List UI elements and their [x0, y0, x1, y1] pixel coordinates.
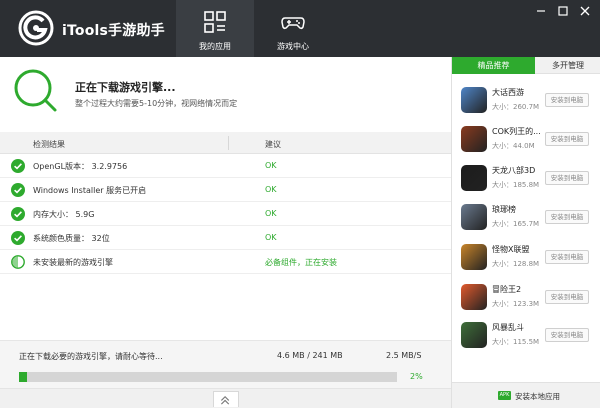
app-icon[interactable]	[461, 322, 487, 348]
list-item[interactable]: 大话西游大小：260.7M 安装到电脑	[452, 84, 600, 124]
result-advice: OK	[265, 209, 277, 218]
column-divider	[228, 136, 229, 150]
app-name: 天龙八部3D	[492, 166, 536, 175]
app-icon[interactable]	[461, 204, 487, 230]
app-name: 琅琊榜	[492, 205, 516, 214]
apps-grid-icon	[204, 11, 226, 33]
app-name: 怪物X联盟	[492, 245, 530, 254]
app-name: 冒险王2	[492, 285, 522, 294]
column-header-result: 检测结果	[33, 140, 65, 149]
check-circle-icon	[11, 207, 25, 221]
collapse-button[interactable]	[213, 391, 239, 407]
progress-message: 正在下载必要的游戏引擎，请耐心等待...	[19, 352, 163, 361]
loading-circle-icon	[11, 255, 25, 269]
install-local-app[interactable]: APK 安装本地应用	[452, 382, 600, 408]
table-row: 系统颜色质量： 32位 OK	[0, 226, 451, 250]
results-header: 检测结果 建议	[0, 132, 451, 154]
app-name: COK列王的...	[492, 127, 541, 136]
list-item[interactable]: 冒险王2 大小：123.3M 安装到电脑	[452, 281, 600, 321]
restore-icon[interactable]	[556, 4, 570, 18]
app-title: iTools手游助手	[62, 23, 165, 39]
app-icon[interactable]	[461, 284, 487, 310]
table-row: OpenGL版本： 3.2.9756 OK	[0, 154, 451, 178]
result-item: 系统颜色质量： 32位	[33, 234, 110, 243]
title-bar: iTools手游助手 我的应用 游戏中心	[0, 0, 600, 57]
table-row: Windows Installer 服务已开启 OK	[0, 178, 451, 202]
tab-featured[interactable]: 精品推荐	[452, 57, 535, 74]
install-to-pc-button[interactable]: 安装到电脑	[545, 93, 589, 107]
status-title: 正在下载游戏引擎...	[75, 81, 176, 94]
close-icon[interactable]	[578, 4, 592, 18]
table-row: 内存大小： 5.9G OK	[0, 202, 451, 226]
app-size: 大小：185.8M	[492, 181, 540, 189]
install-to-pc-button[interactable]: 安装到电脑	[545, 290, 589, 304]
download-speed: 2.5 MB/S	[386, 351, 422, 360]
recommend-sidebar: 精品推荐 多开管理 大话西游大小：260.7M 安装到电脑 COK列王的... 大小：…	[451, 57, 600, 408]
download-size: 4.6 MB / 241 MB	[277, 351, 343, 360]
bottom-bar	[0, 388, 451, 408]
table-row: 未安装最新的游戏引擎 必备组件，正在安装	[0, 250, 451, 274]
app-icon[interactable]	[461, 126, 487, 152]
install-to-pc-button[interactable]: 安装到电脑	[545, 132, 589, 146]
result-advice: OK	[265, 233, 277, 242]
apk-icon: APK	[498, 391, 511, 400]
check-circle-icon	[11, 159, 25, 173]
install-to-pc-button[interactable]: 安装到电脑	[545, 250, 589, 264]
app-size: 大小：123.3M	[492, 300, 540, 308]
install-to-pc-button[interactable]: 安装到电脑	[545, 210, 589, 224]
status-subtitle: 整个过程大约需要5-10分钟，视网络情况而定	[75, 99, 238, 108]
app-icon[interactable]	[461, 87, 487, 113]
progress-percent: 2%	[410, 372, 423, 381]
tab-my-apps[interactable]: 我的应用	[176, 0, 254, 57]
tab-game-center[interactable]: 游戏中心	[254, 0, 332, 57]
list-item[interactable]: 天龙八部3D 大小：185.8M 安装到电脑	[452, 162, 600, 202]
check-circle-icon	[11, 183, 25, 197]
install-to-pc-button[interactable]: 安装到电脑	[545, 328, 589, 342]
check-circle-icon	[11, 231, 25, 245]
progress-bar	[19, 372, 397, 382]
tab-multi-instance[interactable]: 多开管理	[535, 57, 600, 74]
column-header-advice: 建议	[265, 140, 281, 149]
list-item[interactable]: 琅琊榜大小：165.7M 安装到电脑	[452, 201, 600, 241]
search-scan-icon	[14, 69, 57, 112]
install-local-label: 安装本地应用	[515, 392, 560, 401]
list-item[interactable]: COK列王的... 大小：44.0M 安装到电脑	[452, 123, 600, 163]
sidebar-tabs: 精品推荐 多开管理	[452, 57, 600, 74]
app-size: 大小：44.0M	[492, 142, 535, 150]
app-name: 风暴乱斗	[492, 323, 524, 332]
result-item: 未安装最新的游戏引擎	[33, 258, 113, 267]
window-controls	[534, 4, 594, 20]
app-size: 大小：260.7M	[492, 103, 540, 111]
app-size: 大小：165.7M	[492, 220, 540, 228]
list-item[interactable]: 风暴乱斗大小：115.5M 安装到电脑	[452, 319, 600, 359]
app-size: 大小：115.5M	[492, 338, 540, 346]
app-icon[interactable]	[461, 244, 487, 270]
minimize-icon[interactable]	[534, 4, 548, 18]
tab-my-apps-label: 我的应用	[199, 42, 231, 51]
result-advice: OK	[265, 161, 277, 170]
gamepad-icon	[281, 17, 305, 30]
download-progress-panel: 正在下载必要的游戏引擎，请耐心等待... 4.6 MB / 241 MB 2.5…	[0, 340, 451, 388]
result-item: 内存大小： 5.9G	[33, 210, 95, 219]
result-advice: 必备组件，正在安装	[265, 258, 337, 267]
app-name: 大话西游	[492, 88, 524, 97]
result-advice: OK	[265, 185, 277, 194]
progress-bar-fill	[19, 372, 27, 382]
app-size: 大小：128.8M	[492, 260, 540, 268]
status-panel: 正在下载游戏引擎... 整个过程大约需要5-10分钟，视网络情况而定	[0, 57, 451, 132]
install-to-pc-button[interactable]: 安装到电脑	[545, 171, 589, 185]
detection-results: 检测结果 建议 OpenGL版本： 3.2.9756 OK Windows In…	[0, 132, 451, 274]
list-item[interactable]: 怪物X联盟大小：128.8M 安装到电脑	[452, 241, 600, 281]
itools-logo-icon	[18, 10, 54, 46]
app-icon[interactable]	[461, 165, 487, 191]
result-item: Windows Installer 服务已开启	[33, 186, 147, 195]
result-item: OpenGL版本： 3.2.9756	[33, 162, 128, 171]
tab-game-center-label: 游戏中心	[277, 42, 309, 51]
chevron-double-up-icon	[220, 395, 230, 405]
